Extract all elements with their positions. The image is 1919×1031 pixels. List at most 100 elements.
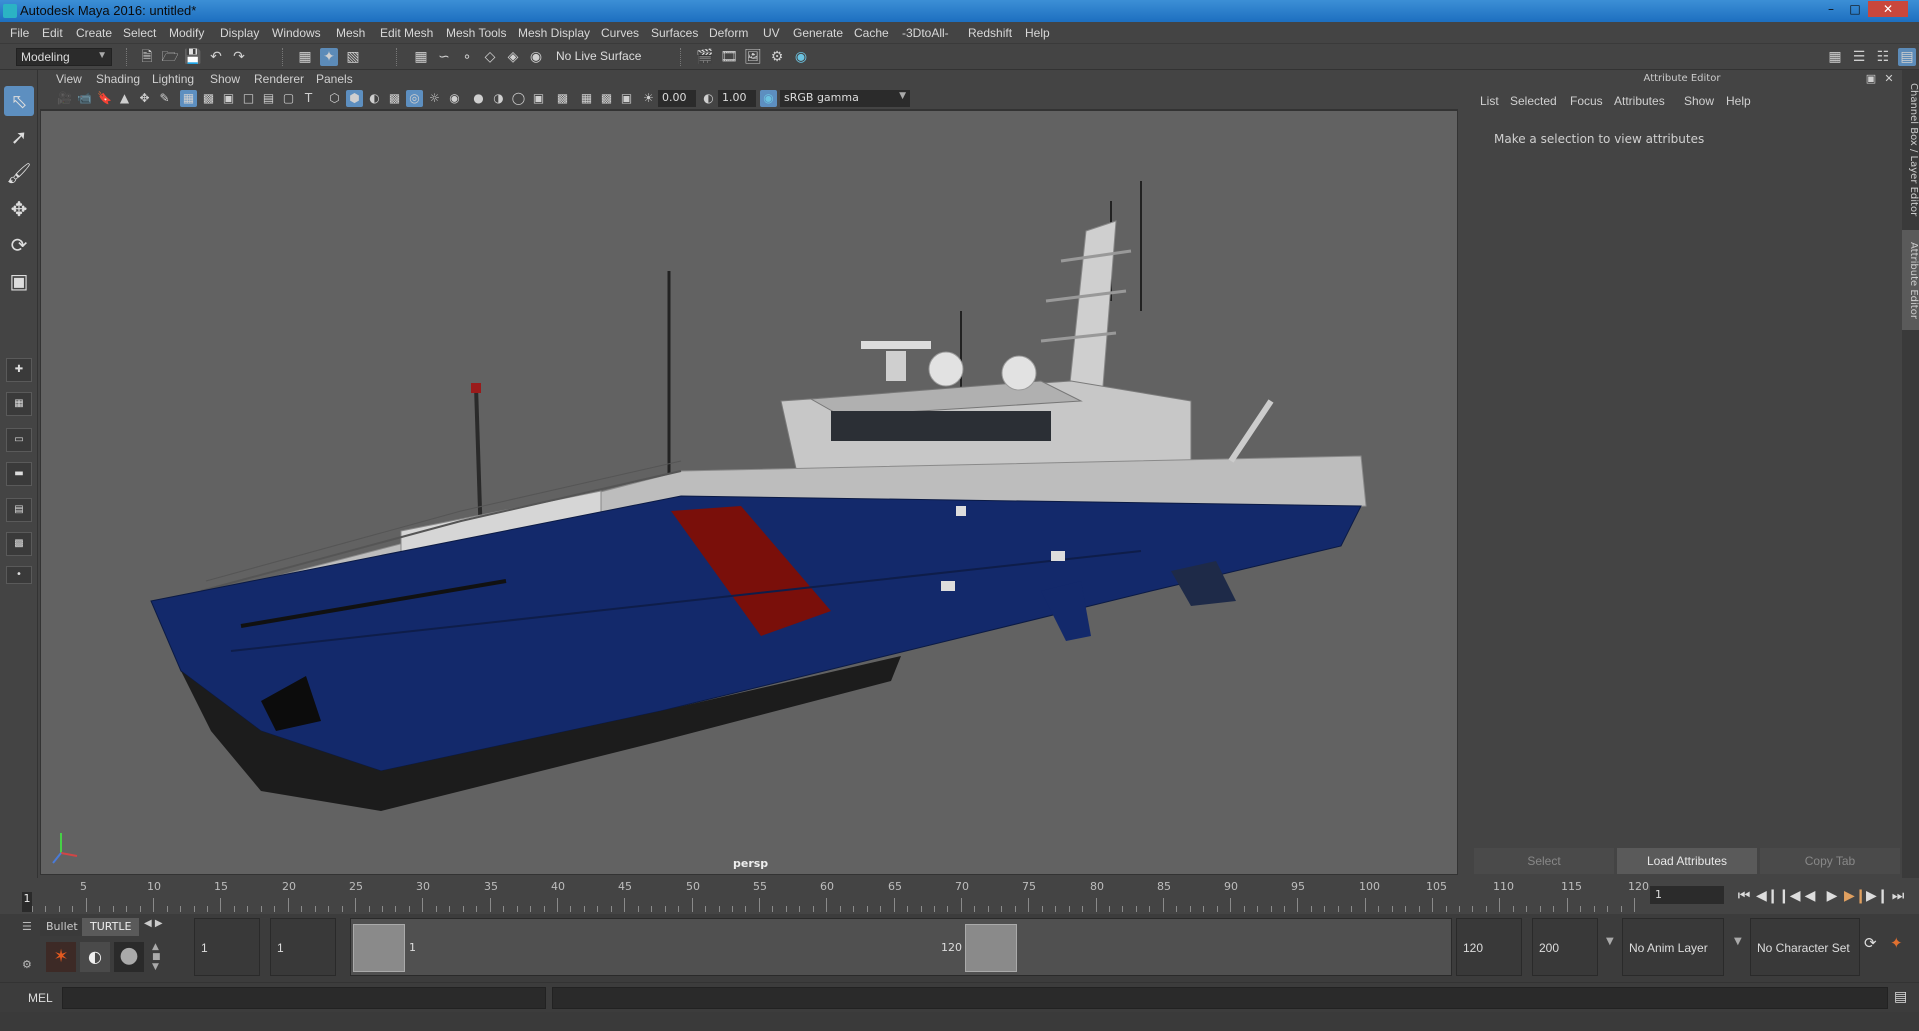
play-backwards-icon[interactable]: ◀	[1800, 886, 1820, 906]
hypershade-layout-icon[interactable]: ▤	[6, 498, 32, 522]
go-to-end-icon[interactable]: ⏭	[1888, 886, 1908, 906]
menu-edit-mesh[interactable]: Edit Mesh	[380, 26, 433, 40]
shelf-tab-bullet[interactable]: Bullet	[40, 918, 84, 936]
ambient-occlusion-icon[interactable]: ◉	[446, 90, 463, 107]
gamma-icon[interactable]: ◐	[700, 90, 717, 107]
hypershade-icon[interactable]: ◉	[792, 48, 810, 66]
undo-icon[interactable]: ↶	[207, 48, 225, 66]
paint-select-tool-icon[interactable]: 🖌	[4, 158, 34, 188]
isolate-select-icon[interactable]: ▣	[530, 90, 547, 107]
menu-mesh[interactable]: Mesh	[336, 26, 365, 40]
menu-generate[interactable]: Generate	[793, 26, 843, 40]
use-all-lights-icon[interactable]: ◎	[406, 90, 423, 107]
2d-pan-zoom-icon[interactable]: ✥	[136, 90, 153, 107]
command-language-label[interactable]: MEL	[28, 991, 53, 1005]
shelf-settings-icon[interactable]: ⚙	[22, 958, 32, 971]
command-input[interactable]	[62, 987, 546, 1009]
camera-attributes-icon[interactable]: 📹	[76, 90, 93, 107]
viewport-persp[interactable]: persp	[40, 110, 1458, 875]
snap-to-curve-icon[interactable]: ∽	[435, 48, 453, 66]
range-end-handle[interactable]	[965, 924, 1017, 972]
single-perspective-layout-icon[interactable]: ✚	[6, 358, 32, 382]
attribute-editor-tab[interactable]: Attribute Editor	[1902, 230, 1919, 330]
step-back-key-icon[interactable]: ❙◀	[1778, 886, 1801, 906]
menu-cache[interactable]: Cache	[854, 26, 889, 40]
grid-icon[interactable]: ▦	[180, 90, 197, 107]
persp-graph-layout-icon[interactable]: ▬	[6, 462, 32, 486]
custom-layout-icon[interactable]: •	[6, 566, 32, 584]
color-management-icon[interactable]: ◉	[760, 90, 777, 107]
wireframe-icon[interactable]: ⬡	[326, 90, 343, 107]
shelf-sphere-icon[interactable]: ●	[114, 942, 144, 972]
textured-icon[interactable]: ▩	[386, 90, 403, 107]
select-camera-icon[interactable]: 🎥	[56, 90, 73, 107]
ipr-render-icon[interactable]: 🖼	[744, 48, 762, 66]
persp-outliner-layout-icon[interactable]: ▭	[6, 428, 32, 452]
panel-menu-panels[interactable]: Panels	[316, 72, 353, 86]
panel-menu-view[interactable]: View	[56, 72, 82, 86]
attribute-editor-toggle-icon[interactable]: ☰	[1850, 48, 1868, 66]
close-panel-icon[interactable]: ✕	[1880, 70, 1898, 88]
view-transform-dropdown[interactable]: sRGB gamma ▼	[780, 90, 910, 107]
ae-menu-help[interactable]: Help	[1726, 94, 1751, 108]
menu-mesh-display[interactable]: Mesh Display	[518, 26, 590, 40]
four-view-layout-icon[interactable]: ▦	[6, 392, 32, 416]
panel-menu-renderer[interactable]: Renderer	[254, 72, 304, 86]
playback-start-field[interactable]: 1	[270, 918, 336, 976]
ae-menu-focus[interactable]: Focus	[1570, 94, 1603, 108]
panel-menu-shading[interactable]: Shading	[96, 72, 140, 86]
range-slider[interactable]: 1 120	[350, 918, 1452, 976]
xray-components-icon[interactable]: ▩	[598, 90, 615, 107]
move-tool-icon[interactable]: ✥	[4, 194, 34, 224]
safe-action-icon[interactable]: ▢	[280, 90, 297, 107]
snap-to-view-plane-icon[interactable]: ◇	[481, 48, 499, 66]
scene-end-field[interactable]: 200	[1532, 918, 1598, 976]
range-start-handle[interactable]	[353, 924, 405, 972]
gate-mask-icon[interactable]: □	[240, 90, 257, 107]
save-scene-icon[interactable]: 💾	[184, 48, 202, 66]
current-frame-marker[interactable]: 1	[22, 892, 32, 912]
close-button[interactable]: ✕	[1868, 1, 1908, 17]
float-panel-icon[interactable]: ▣	[1862, 70, 1880, 88]
snap-to-point-icon[interactable]: ∘	[458, 48, 476, 66]
make-live-icon[interactable]: ◉	[527, 48, 545, 66]
depth-of-field-icon[interactable]: ◯	[510, 90, 527, 107]
grease-pencil-icon[interactable]: ✎	[156, 90, 173, 107]
ae-menu-show[interactable]: Show	[1684, 94, 1714, 108]
ae-menu-list[interactable]: List	[1480, 94, 1499, 108]
shelf-tab-scroll-icon[interactable]: ◀ ▶	[144, 918, 163, 929]
play-forwards-icon[interactable]: ▶	[1822, 886, 1842, 906]
menu-redshift[interactable]: Redshift	[968, 26, 1012, 40]
step-back-frame-icon[interactable]: ◀❙	[1756, 886, 1779, 906]
step-forward-frame-icon[interactable]: ▶❙	[1866, 886, 1889, 906]
backface-culling-icon[interactable]: ▣	[618, 90, 635, 107]
snap-to-surface-icon[interactable]: ◈	[504, 48, 522, 66]
render-view-icon[interactable]: 🎬	[696, 48, 714, 66]
xray-joints-icon[interactable]: ▦	[578, 90, 595, 107]
motion-blur-icon[interactable]: ●	[470, 90, 487, 107]
scene-start-field[interactable]: 1	[194, 918, 260, 976]
menu-curves[interactable]: Curves	[601, 26, 639, 40]
shelf-bullet-icon[interactable]: ✶	[46, 942, 76, 972]
snap-to-grid-icon[interactable]: ▦	[412, 48, 430, 66]
menu-create[interactable]: Create	[76, 26, 112, 40]
shelf-menu-icon[interactable]: ☰	[22, 920, 32, 933]
shadows-icon[interactable]: ☼	[426, 90, 443, 107]
go-to-start-icon[interactable]: ⏮	[1734, 886, 1754, 906]
time-slider[interactable]: 5 10 15 20 25 30 35 40 45 50 55 60 65 70 75 80 85 90 95 100…	[0, 878, 1919, 914]
menu-help[interactable]: Help	[1025, 26, 1050, 40]
safe-title-icon[interactable]: T	[300, 90, 317, 107]
menu-display[interactable]: Display	[220, 26, 259, 40]
panel-menu-lighting[interactable]: Lighting	[152, 72, 194, 86]
channel-box-tab[interactable]: Channel Box / Layer Editor	[1902, 80, 1919, 220]
menu-mesh-tools[interactable]: Mesh Tools	[446, 26, 506, 40]
smooth-shade-icon[interactable]: ⬢	[346, 90, 363, 107]
image-plane-icon[interactable]: ▲	[116, 90, 133, 107]
channel-box-toggle-icon[interactable]: ▤	[1898, 48, 1916, 66]
menu-file[interactable]: File	[10, 26, 29, 40]
character-set-field[interactable]: No Character Set	[1750, 918, 1860, 976]
menu-uv[interactable]: UV	[763, 26, 780, 40]
script-editor-icon[interactable]: ▤	[1894, 989, 1907, 1005]
menu-modify[interactable]: Modify	[169, 26, 204, 40]
panel-menu-show[interactable]: Show	[210, 72, 240, 86]
